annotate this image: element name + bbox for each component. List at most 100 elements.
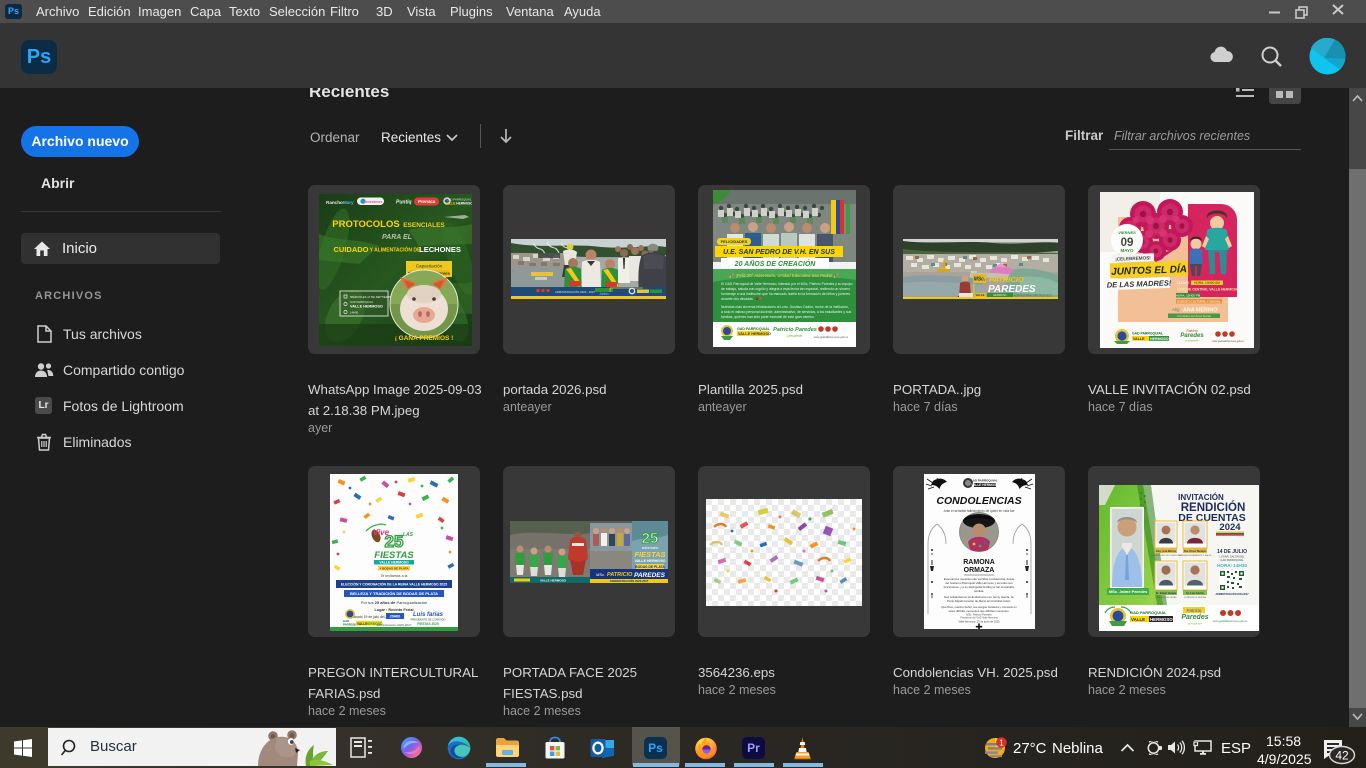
svg-text:LUGAR:: LUGAR: bbox=[1177, 281, 1190, 285]
svg-text:Juntos: Juntos bbox=[599, 292, 609, 296]
svg-text:GAD PARROQUIAL: GAD PARROQUIAL bbox=[737, 327, 771, 331]
svg-text:COMISIÓN DE OBRAS: COMISIÓN DE OBRAS bbox=[1155, 596, 1177, 599]
svg-text:PROTOCOLOS: PROTOCOLOS bbox=[332, 219, 399, 230]
svg-text:FIESTAS 2025: FIESTAS 2025 bbox=[417, 622, 438, 626]
svg-text:MSc.: MSc. bbox=[974, 277, 986, 283]
svg-text:Sr. Edgar Vargas: Sr. Edgar Vargas bbox=[1156, 591, 1177, 595]
svg-text:EVENTO CULTURAL Y SOCIAL: EVENTO CULTURAL Y SOCIAL bbox=[1177, 300, 1221, 304]
svg-text:Comisión del Área Social: Comisión del Área Social bbox=[1177, 314, 1211, 318]
svg-text:Valle Hermoso: Valle Hermoso bbox=[1118, 600, 1138, 604]
svg-text:INVITACIÓN: INVITACIÓN bbox=[1178, 493, 1224, 502]
svg-text:Patricio Paredes: Patricio Paredes bbox=[773, 327, 817, 333]
svg-text:VALLE HERMOSO: VALLE HERMOSO bbox=[738, 332, 771, 336]
svg-text:VALLE HERMOSO: VALLE HERMOSO bbox=[634, 559, 665, 563]
svg-text:Abg.: Abg. bbox=[1171, 307, 1181, 312]
svg-text:Paredes: Paredes bbox=[1181, 614, 1208, 621]
svg-text:PAREDES: PAREDES bbox=[634, 572, 666, 579]
svg-text:Valle Hermoso, 23 de junio de: Valle Hermoso, 23 de junio de 2025 bbox=[958, 620, 1000, 624]
svg-text:U.E. SAN PEDRO DE V.H. EN SUS: U.E. SAN PEDRO DE V.H. EN SUS bbox=[723, 249, 835, 256]
svg-text:MIÉRCOLES 17 DE SEPTIEMBRE: MIÉRCOLES 17 DE SEPTIEMBRE bbox=[350, 294, 394, 299]
svg-text:VALLE HERMOSO: VALLE HERMOSO bbox=[540, 579, 567, 583]
svg-text:estos difíciles momentos que d: estos difíciles momentos que difíciles m… bbox=[949, 609, 1010, 613]
svg-text:HORA: 10H00 AM: HORA: 10H00 AM bbox=[1194, 281, 1220, 285]
svg-text:LECHONES: LECHONES bbox=[419, 245, 461, 254]
svg-text:Patricio: Patricio bbox=[1186, 329, 1197, 333]
svg-text:20 AÑOS DE CREACIÓN: 20 AÑOS DE CREACIÓN bbox=[734, 259, 817, 268]
svg-text:Vive: Vive bbox=[373, 528, 390, 537]
svg-text:GAD PARROQUIAL: GAD PARROQUIAL bbox=[1130, 610, 1167, 615]
svg-text:El GAD Parroquial de Valle Her: El GAD Parroquial de Valle Hermoso, lide… bbox=[721, 282, 853, 286]
svg-text:ADMINISTRACIÓN 2023-2027: ADMINISTRACIÓN 2023-2027 bbox=[1215, 593, 1249, 596]
svg-text:MSc.: MSc. bbox=[596, 572, 605, 577]
svg-text:Pronaca: Pronaca bbox=[418, 199, 436, 204]
svg-text:HERMOSO: HERMOSO bbox=[993, 293, 1006, 297]
svg-text:GAD PARROQUIAL: GAD PARROQUIAL bbox=[350, 300, 374, 304]
svg-text:14 DE JULIO: 14 DE JULIO bbox=[1217, 549, 1247, 555]
svg-text:de trabajo, saluda con orgullo: de trabajo, saluda con orgullo y alegría… bbox=[721, 287, 850, 291]
svg-text:Puntiq: Puntiq bbox=[396, 200, 412, 206]
svg-text:ADMINISTRACIÓN 2023 - 2027: ADMINISTRACIÓN 2023 - 2027 bbox=[555, 289, 595, 294]
svg-text:conexiones: conexiones bbox=[364, 200, 383, 204]
svg-text:VALLE: VALLE bbox=[976, 293, 985, 297]
svg-text:ANA MERINO: ANA MERINO bbox=[1183, 308, 1218, 314]
svg-text:HERMOSO: HERMOSO bbox=[1150, 617, 1173, 622]
svg-text:CUIDADO: CUIDADO bbox=[334, 245, 369, 254]
svg-text:pérdida.: pérdida. bbox=[974, 589, 984, 593]
svg-text:Capacitación: Capacitación bbox=[416, 264, 443, 269]
svg-text:LAS: LAS bbox=[403, 532, 414, 538]
svg-text:Y ALIMENTACIÓN DE: Y ALIMENTACIÓN DE bbox=[370, 246, 421, 254]
svg-text:FIESTAS: FIESTAS bbox=[634, 550, 665, 559]
svg-text:Presidente del GAD Valle Hermo: Presidente del GAD Valle Hermoso bbox=[960, 617, 998, 620]
svg-text:PARQUE CENTRAL VALLE HERMOSO: PARQUE CENTRAL VALLE HERMOSO bbox=[1177, 288, 1239, 292]
svg-text:PATRICIO: PATRICIO bbox=[989, 275, 1024, 284]
svg-text:42: 42 bbox=[1335, 749, 1349, 763]
svg-text:Lugar : Recinto Ferial: Lugar : Recinto Ferial bbox=[374, 608, 413, 612]
svg-text:Nuestras más sinceras felicita: Nuestras más sinceras felicitaciones al … bbox=[721, 305, 849, 309]
svg-text:HORA: 15H00 PM: HORA: 15H00 PM bbox=[1176, 294, 1201, 298]
svg-text:VALLE: VALLE bbox=[1133, 337, 1145, 341]
svg-text:1: 1 bbox=[999, 738, 1004, 748]
svg-text:BELLEZA Y TRADICIÓN DE BODAS D: BELLEZA Y TRADICIÓN DE BODAS DE PLATA bbox=[350, 591, 438, 596]
svg-text:Sr. Luis Farias: Sr. Luis Farias bbox=[1186, 591, 1204, 595]
svg-text:www.gadvallehermoso.gob.ec: www.gadvallehermoso.gob.ec bbox=[1212, 340, 1245, 343]
svg-text:2024: 2024 bbox=[1219, 522, 1241, 533]
svg-text:25: 25 bbox=[642, 530, 659, 547]
svg-text:Punto Digital Corazón de María: Punto Digital Corazón de María del Crist… bbox=[947, 599, 1011, 603]
svg-text:PATRICIO: PATRICIO bbox=[607, 572, 633, 578]
svg-text:BODAS DE PLATA: BODAS DE PLATA bbox=[635, 565, 665, 569]
svg-text:Por tus 25 años de Parroquial: Por tus 25 años de Parroquialización bbox=[361, 600, 427, 605]
svg-text:homenaje a una institución que: homenaje a una institución que ha marcad… bbox=[721, 292, 850, 296]
svg-text:Y BODAS DE PLATA: Y BODAS DE PLATA bbox=[379, 567, 409, 571]
svg-text:VALLE: VALLE bbox=[1131, 617, 1145, 622]
svg-text:FIESTAS: FIESTAS bbox=[374, 550, 414, 561]
svg-text:ORMAZA: ORMAZA bbox=[964, 567, 995, 574]
svg-text:COMISIÓN DE AMBIENTE Y SALUD: COMISIÓN DE AMBIENTE Y SALUD bbox=[1178, 554, 1212, 557]
svg-text:familias, quienes han sido par: familias, quienes han sido parte esencia… bbox=[721, 315, 815, 319]
svg-text:VALLE HERMOSO: VALLE HERMOSO bbox=[445, 201, 472, 205]
svg-text:14H00: 14H00 bbox=[350, 310, 359, 314]
svg-text:RAMONA: RAMONA bbox=[963, 559, 995, 566]
svg-text:Te invitamos a la: Te invitamos a la bbox=[381, 574, 408, 578]
svg-text:ELECCIÓN Y CORONACIÓN DE LA RE: ELECCIÓN Y CORONACIÓN DE LA REINA VALLE … bbox=[341, 582, 447, 587]
svg-text:MAYO: MAYO bbox=[1120, 248, 1134, 253]
svg-text:a todo el valioso personal doc: a todo el valioso personal docente, admi… bbox=[721, 310, 852, 314]
svg-text:Sra. Rosa Tamayo: Sra. Rosa Tamayo bbox=[1184, 549, 1207, 553]
svg-text:GAD PARROQUIAL: GAD PARROQUIAL bbox=[970, 479, 998, 483]
svg-text:VALLE HERMOSO: VALLE HERMOSO bbox=[350, 304, 383, 308]
svg-text:PARA EL: PARA EL bbox=[382, 234, 412, 241]
svg-text:presidente: presidente bbox=[1187, 622, 1202, 626]
svg-text:VALLE HERMOSO: VALLE HERMOSO bbox=[971, 483, 999, 487]
svg-text:presidente: presidente bbox=[787, 334, 803, 338]
svg-text:20H00: 20H00 bbox=[390, 615, 401, 619]
svg-text:HERMOSO: HERMOSO bbox=[1150, 337, 1169, 341]
svg-text:ADMINISTRACIÓN 2023-2027: ADMINISTRACIÓN 2023-2027 bbox=[610, 578, 649, 583]
svg-text:presidente: presidente bbox=[1184, 339, 1199, 343]
svg-text:VIERNES: VIERNES bbox=[1118, 230, 1136, 235]
svg-text:GAD PARROQUIAL: GAD PARROQUIAL bbox=[1132, 332, 1163, 336]
svg-text:¡ GANA PREMIOS !: ¡ GANA PREMIOS ! bbox=[395, 335, 454, 342]
svg-text:GAD PARROQUIAL: GAD PARROQUIAL bbox=[1220, 558, 1244, 562]
svg-text:durante dos décadas. 🎓🎈: durante dos décadas. 🎓🎈 bbox=[721, 296, 763, 301]
svg-text:HORA: 14H30: HORA: 14H30 bbox=[1217, 563, 1247, 568]
svg-text:VALLE HERMOSO: VALLE HERMOSO bbox=[379, 561, 409, 565]
svg-text:Abg. Ana Merino: Abg. Ana Merino bbox=[1156, 549, 1177, 553]
